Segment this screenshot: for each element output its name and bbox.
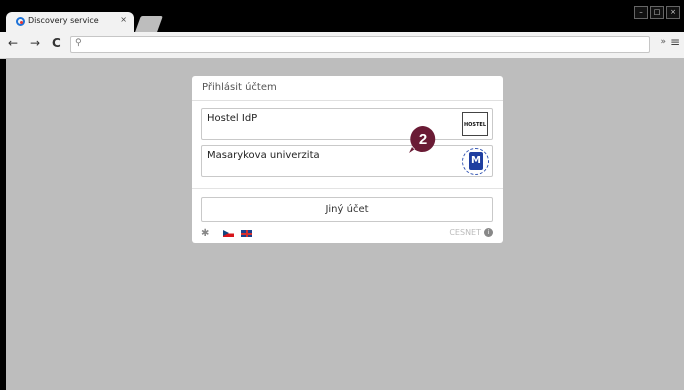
account-item-hostel[interactable]: Hostel IdP HOSTEL (201, 108, 493, 140)
back-button[interactable]: ← (8, 36, 18, 50)
browser-titlebar: Discovery service × – □ × (0, 0, 684, 32)
dialog-header: Přihlásit účtem (192, 76, 503, 101)
gear-icon[interactable]: ✱ (201, 228, 209, 239)
address-bar[interactable]: ⚲ (70, 36, 650, 53)
divider (192, 188, 503, 189)
window-controls: – □ × (634, 6, 680, 19)
account-label: Masarykova univerzita (207, 150, 320, 161)
close-window-button[interactable]: × (666, 6, 680, 19)
login-dialog: Přihlásit účtem Hostel IdP HOSTEL Masary… (192, 76, 503, 243)
bookmarks-chevron-icon[interactable]: » (660, 37, 666, 47)
other-account-button[interactable]: Jiný účet (201, 197, 493, 222)
new-tab-button[interactable] (135, 16, 163, 32)
browser-toolbar: ← → C ⚲ » ≡ (0, 32, 684, 59)
forward-button[interactable]: → (30, 36, 40, 50)
tab-title: Discovery service (28, 16, 99, 25)
uk-flag-icon[interactable] (241, 230, 252, 237)
step-number: 2 (419, 131, 427, 148)
hostel-logo-icon: HOSTEL (462, 112, 488, 136)
provider-label: CESNET (449, 228, 481, 237)
reload-button[interactable]: C (52, 36, 61, 50)
dialog-footer: ✱ CESNET i (201, 228, 493, 240)
minimize-button[interactable]: – (634, 6, 648, 19)
browser-menu-button[interactable]: ≡ (670, 35, 680, 49)
favicon-icon (16, 17, 25, 26)
maximize-button[interactable]: □ (650, 6, 664, 19)
account-item-muni[interactable]: Masarykova univerzita (201, 145, 493, 177)
dialog-title: Přihlásit účtem (202, 82, 277, 93)
czech-flag-icon[interactable] (223, 230, 234, 237)
account-label: Hostel IdP (207, 113, 258, 124)
browser-tab[interactable]: Discovery service × (6, 12, 134, 32)
search-icon: ⚲ (75, 38, 82, 48)
muni-logo-icon (462, 148, 489, 175)
tab-close-icon[interactable]: × (120, 15, 127, 24)
step-marker: 2 (409, 126, 436, 153)
info-icon[interactable]: i (484, 228, 493, 237)
